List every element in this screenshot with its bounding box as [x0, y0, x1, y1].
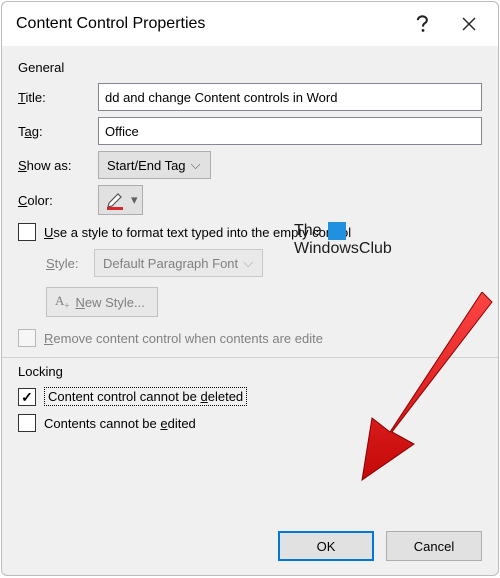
- chevron-down-icon: ⌵: [238, 255, 258, 271]
- color-picker[interactable]: ▾: [98, 185, 143, 215]
- remove-label: Remove content control when contents are…: [44, 331, 323, 346]
- cannot-delete-label: Content control cannot be deleted: [44, 387, 247, 406]
- row-tag: Tag:: [18, 117, 482, 145]
- chevron-down-icon: ▾: [131, 192, 138, 208]
- content-control-properties-dialog: Content Control Properties General Title…: [1, 1, 499, 576]
- pencil-color-icon: [105, 189, 127, 211]
- style-value: Default Paragraph Font: [103, 256, 238, 271]
- dialog-body: General Title: Tag: Show as: Start/End T…: [2, 46, 498, 432]
- titlebar: Content Control Properties: [2, 2, 498, 46]
- cannot-delete-row[interactable]: Content control cannot be deleted: [18, 387, 482, 406]
- font-icon: A+: [55, 293, 69, 311]
- remove-checkbox-row: Remove content control when contents are…: [18, 329, 482, 347]
- row-color: Color: ▾: [18, 185, 482, 215]
- tag-label: Tag:: [18, 124, 98, 139]
- new-style-label: New Style...: [75, 295, 144, 310]
- row-showas: Show as: Start/End Tag ⌵: [18, 151, 482, 179]
- section-general: General: [18, 60, 482, 75]
- showas-dropdown[interactable]: Start/End Tag ⌵: [98, 151, 211, 179]
- cannot-edit-row[interactable]: Contents cannot be edited: [18, 414, 482, 432]
- showas-value: Start/End Tag: [107, 158, 186, 173]
- divider: [2, 357, 498, 358]
- new-style-button: A+ New Style...: [46, 287, 158, 317]
- cancel-button[interactable]: Cancel: [386, 531, 482, 561]
- use-style-checkbox[interactable]: [18, 223, 36, 241]
- row-newstyle: A+ New Style...: [46, 283, 482, 317]
- ok-button[interactable]: OK: [278, 531, 374, 561]
- color-label: Color:: [18, 193, 98, 208]
- showas-label: Show as:: [18, 158, 98, 173]
- tag-input[interactable]: [98, 117, 482, 145]
- row-style: Style: Default Paragraph Font ⌵: [46, 249, 482, 277]
- row-title: Title:: [18, 83, 482, 111]
- title-input[interactable]: [98, 83, 482, 111]
- style-label: Style:: [46, 256, 94, 271]
- cannot-edit-checkbox[interactable]: [18, 414, 36, 432]
- title-label: Title:: [18, 90, 98, 105]
- use-style-label: Use a style to format text typed into th…: [44, 225, 351, 240]
- dialog-title: Content Control Properties: [16, 15, 400, 33]
- use-style-checkbox-row[interactable]: Use a style to format text typed into th…: [18, 223, 482, 241]
- chevron-down-icon: ⌵: [186, 157, 206, 173]
- close-button[interactable]: [446, 6, 492, 42]
- remove-checkbox: [18, 329, 36, 347]
- close-icon: [462, 17, 476, 31]
- cannot-delete-checkbox[interactable]: [18, 388, 36, 406]
- cannot-edit-label: Contents cannot be edited: [44, 416, 196, 431]
- style-dropdown: Default Paragraph Font ⌵: [94, 249, 263, 277]
- section-locking: Locking: [18, 364, 482, 379]
- question-icon: [416, 15, 430, 33]
- dialog-footer: OK Cancel: [278, 531, 482, 561]
- help-button[interactable]: [400, 6, 446, 42]
